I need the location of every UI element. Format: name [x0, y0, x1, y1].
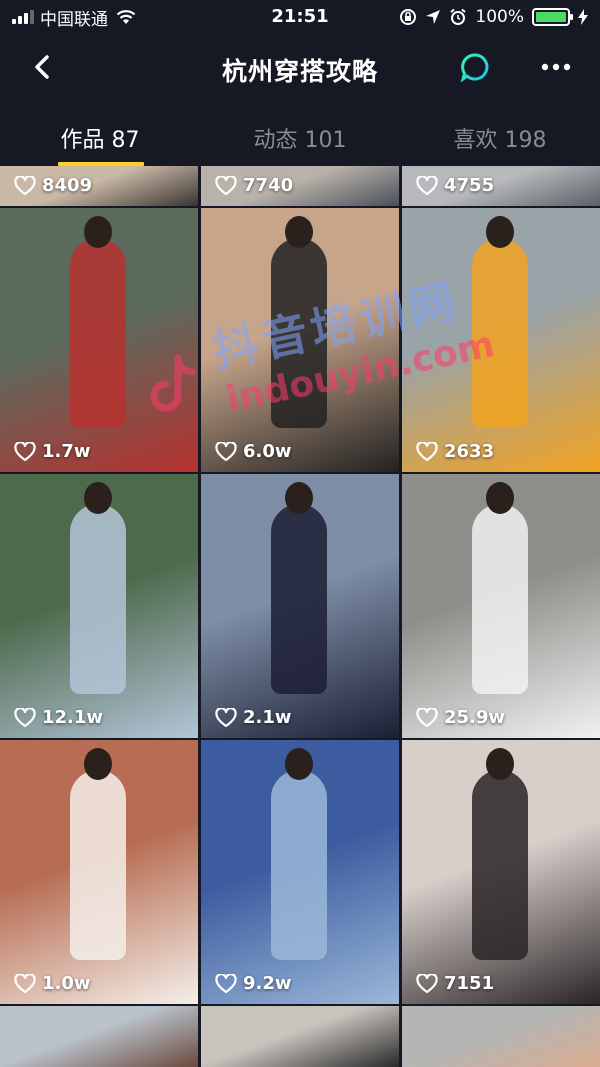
video-thumbnail[interactable] — [0, 1006, 198, 1067]
alarm-icon — [450, 8, 467, 25]
heart-icon — [416, 973, 438, 993]
charging-icon — [578, 9, 588, 25]
heart-icon — [14, 175, 36, 195]
like-count: 12.1w — [14, 707, 103, 728]
battery-percent: 100% — [475, 7, 524, 27]
person-figure — [472, 770, 528, 960]
like-count: 6.0w — [215, 441, 292, 462]
like-count: 8409 — [14, 175, 92, 196]
like-count-label: 12.1w — [42, 707, 104, 728]
like-count-label: 4755 — [444, 175, 495, 196]
wifi-icon — [116, 10, 136, 24]
like-count: 25.9w — [416, 707, 505, 728]
person-figure — [271, 770, 327, 960]
video-thumbnail[interactable]: 7740 — [201, 166, 399, 206]
tab-activity[interactable]: 动态 101 — [200, 100, 400, 166]
person-figure — [70, 504, 126, 694]
video-thumbnail[interactable]: 12.1w — [0, 474, 198, 738]
like-count-label: 1.7w — [42, 441, 91, 462]
heart-icon — [416, 175, 438, 195]
thumbnail-image — [0, 1006, 198, 1067]
video-thumbnail[interactable]: 6.0w — [201, 208, 399, 472]
heart-icon — [215, 175, 237, 195]
carrier-label: 中国联通 — [40, 9, 108, 30]
person-head — [84, 216, 112, 248]
thumbnail-image — [402, 1006, 600, 1067]
person-head — [285, 748, 313, 780]
person-figure — [271, 504, 327, 694]
video-thumbnail[interactable]: 4755 — [402, 166, 600, 206]
video-thumbnail[interactable]: 2633 — [402, 208, 600, 472]
like-count-label: 25.9w — [444, 707, 506, 728]
like-count-label: 7740 — [243, 175, 294, 196]
heart-icon — [215, 973, 237, 993]
like-count: 1.0w — [14, 973, 91, 994]
video-thumbnail[interactable] — [201, 1006, 399, 1067]
person-figure — [70, 238, 126, 428]
chat-icon[interactable] — [460, 52, 490, 82]
person-figure — [472, 504, 528, 694]
like-count-label: 9.2w — [243, 973, 292, 994]
person-figure — [70, 770, 126, 960]
more-icon[interactable] — [540, 56, 572, 78]
person-figure — [271, 238, 327, 428]
person-head — [84, 482, 112, 514]
like-count-label: 6.0w — [243, 441, 292, 462]
like-count: 2633 — [416, 441, 494, 462]
video-thumbnail[interactable] — [402, 1006, 600, 1067]
person-head — [285, 482, 313, 514]
video-thumbnail[interactable]: 1.7w — [0, 208, 198, 472]
heart-icon — [215, 441, 237, 461]
location-icon — [426, 10, 441, 24]
profile-tabs: 作品 87 动态 101 喜欢 198 — [0, 100, 600, 166]
like-count-label: 1.0w — [42, 973, 91, 994]
status-bar: 中国联通 21:51 100% — [0, 0, 600, 34]
person-figure — [472, 238, 528, 428]
video-thumbnail[interactable]: 8409 — [0, 166, 198, 206]
video-thumbnail[interactable]: 1.0w — [0, 740, 198, 1004]
video-thumbnail[interactable]: 7151 — [402, 740, 600, 1004]
person-head — [285, 216, 313, 248]
like-count-label: 8409 — [42, 175, 93, 196]
like-count: 1.7w — [14, 441, 91, 462]
tab-likes[interactable]: 喜欢 198 — [400, 100, 600, 166]
like-count: 7151 — [416, 973, 494, 994]
heart-icon — [14, 707, 36, 727]
like-count: 4755 — [416, 175, 494, 196]
like-count-label: 2.1w — [243, 707, 292, 728]
like-count-label: 7151 — [444, 973, 495, 994]
heart-icon — [14, 441, 36, 461]
tab-works[interactable]: 作品 87 — [0, 100, 200, 166]
person-head — [84, 748, 112, 780]
thumbnail-image — [201, 1006, 399, 1067]
like-count: 2.1w — [215, 707, 292, 728]
video-thumbnail[interactable]: 9.2w — [201, 740, 399, 1004]
person-head — [486, 482, 514, 514]
video-thumbnail[interactable]: 2.1w — [201, 474, 399, 738]
page-title: 杭州穿搭攻略 — [221, 57, 378, 86]
like-count: 7740 — [215, 175, 293, 196]
like-count-label: 2633 — [444, 441, 495, 462]
heart-icon — [416, 707, 438, 727]
person-head — [486, 748, 514, 780]
video-thumbnail[interactable]: 25.9w — [402, 474, 600, 738]
rotation-lock-icon — [400, 9, 417, 25]
heart-icon — [416, 441, 438, 461]
person-head — [486, 216, 514, 248]
heart-icon — [14, 973, 36, 993]
signal-icon — [12, 10, 34, 24]
battery-icon — [532, 8, 573, 26]
nav-bar: 杭州穿搭攻略 — [0, 34, 600, 100]
heart-icon — [215, 707, 237, 727]
video-grid: 8409 7740 4755 1.7w 6.0w 2633 12.1w 2.1w 25.9w 1.… — [0, 166, 600, 1067]
like-count: 9.2w — [215, 973, 292, 994]
